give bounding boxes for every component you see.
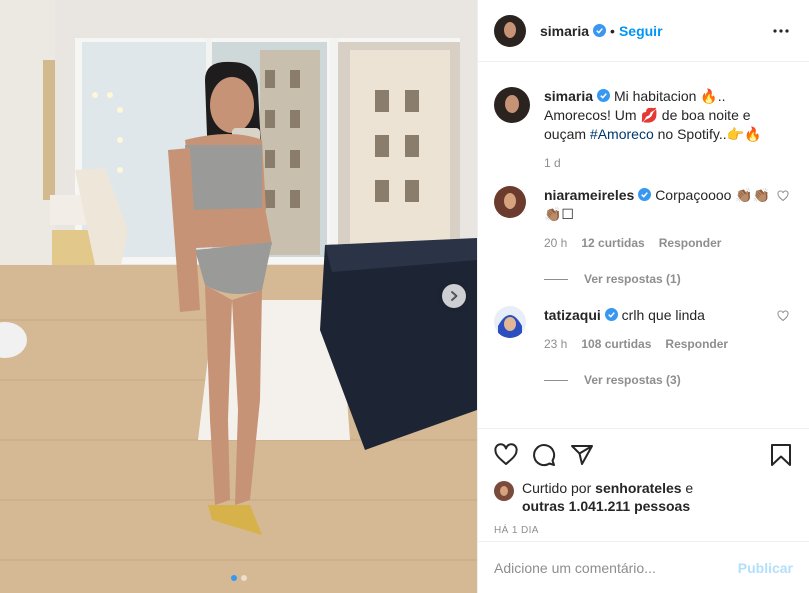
likes-summary: Curtido por senhorateles e outras 1.041.… [494, 479, 793, 515]
comment-meta: 20 h 12 curtidas Responder [544, 236, 772, 250]
comment-likes[interactable]: 108 curtidas [581, 337, 651, 351]
heart-icon [494, 443, 518, 465]
avatar[interactable] [494, 87, 530, 123]
comment-icon [533, 444, 556, 467]
view-replies-button[interactable]: Ver respostas (1) [544, 272, 793, 286]
post-author[interactable]: simaria [540, 23, 589, 39]
avatar-image [494, 306, 526, 338]
share-button[interactable] [570, 443, 594, 467]
avatar-image [494, 87, 530, 123]
post-age[interactable]: HÁ 1 DIA [494, 525, 793, 536]
comment-time[interactable]: 20 h [544, 236, 567, 250]
avatar[interactable] [494, 14, 526, 47]
caption-timestamp[interactable]: 1 d [544, 156, 793, 170]
comment-meta: 23 h 108 curtidas Responder [544, 337, 772, 351]
comment-body: crlh que linda [621, 307, 705, 323]
likes-prefix: Curtido por [522, 480, 596, 496]
reply-button[interactable]: Responder [665, 337, 728, 351]
avatar[interactable] [494, 306, 526, 338]
like-button[interactable] [494, 443, 518, 467]
likes-count[interactable]: outras 1.041.211 pessoas [522, 498, 690, 514]
comment-text: tatizaqui crlh que linda [544, 306, 772, 325]
separator: • [610, 22, 615, 39]
view-replies-button[interactable]: Ver respostas (3) [544, 373, 793, 387]
replies-divider [544, 379, 568, 381]
carousel-dot [240, 575, 247, 581]
view-replies-label: Ver respostas (1) [584, 272, 681, 286]
comment-button[interactable] [532, 443, 556, 467]
photo-image [0, 0, 477, 593]
comment-author[interactable]: niarameireles [544, 187, 634, 203]
comment-likes[interactable]: 12 curtidas [581, 236, 644, 250]
caption-body-end: no Spotify..👉🔥 [653, 126, 762, 142]
likes-middle: e [681, 480, 694, 496]
avatar[interactable] [494, 481, 514, 501]
action-bar [494, 441, 793, 469]
carousel-next-button[interactable] [442, 284, 466, 308]
comment-input[interactable] [494, 559, 738, 576]
chevron-right-icon [451, 291, 458, 301]
add-comment-bar: Publicar [478, 541, 809, 593]
comment-author[interactable]: tatizaqui [544, 307, 601, 323]
reply-button[interactable]: Responder [659, 236, 722, 250]
avatar-image [494, 14, 526, 47]
verified-badge-icon [597, 89, 611, 102]
post-actions-section: Curtido por senhorateles e outras 1.041.… [478, 428, 809, 536]
comment: tatizaqui crlh que linda 23 h 108 curtid… [494, 306, 793, 351]
caption-text: simaria Mi habitacion 🔥.. Amorecos! Um 💋… [544, 87, 784, 144]
post-panel: simaria • Seguir simaria Mi habitacion 🔥… [477, 0, 809, 593]
more-horizontal-icon [773, 28, 789, 33]
comment-text: niarameireles Corpaçoooo 👏🏽👏🏽👏🏽☐ [544, 186, 772, 224]
comment: niarameireles Corpaçoooo 👏🏽👏🏽👏🏽☐ 20 h 12… [494, 186, 793, 250]
like-comment-heart-icon[interactable] [777, 310, 789, 322]
avatar[interactable] [494, 186, 526, 218]
avatar-image [494, 186, 526, 218]
verified-badge-icon [593, 24, 607, 37]
share-icon [571, 445, 593, 465]
avatar-image [494, 481, 514, 501]
comment-time[interactable]: 23 h [544, 337, 567, 351]
caption: simaria Mi habitacion 🔥.. Amorecos! Um 💋… [494, 87, 793, 144]
post-header: simaria • Seguir [478, 0, 809, 62]
verified-badge-icon [638, 188, 652, 201]
bookmark-icon [771, 444, 791, 466]
hashtag-link[interactable]: #Amoreco [590, 126, 654, 142]
post-photo[interactable] [0, 0, 477, 593]
publish-button[interactable]: Publicar [738, 560, 793, 576]
view-replies-label: Ver respostas (3) [584, 373, 681, 387]
carousel-dot [230, 575, 237, 581]
verified-badge-icon [604, 308, 618, 321]
comments-list[interactable]: simaria Mi habitacion 🔥.. Amorecos! Um 💋… [478, 63, 809, 428]
follow-button[interactable]: Seguir [619, 23, 663, 39]
save-button[interactable] [769, 443, 793, 467]
caption-author[interactable]: simaria [544, 88, 593, 104]
replies-divider [544, 278, 568, 280]
more-options-button[interactable] [769, 19, 793, 43]
like-comment-heart-icon[interactable] [777, 190, 789, 202]
likes-text: Curtido por senhorateles e outras 1.041.… [522, 479, 693, 515]
carousel-dots [0, 575, 477, 581]
liked-by-user[interactable]: senhorateles [595, 480, 681, 496]
